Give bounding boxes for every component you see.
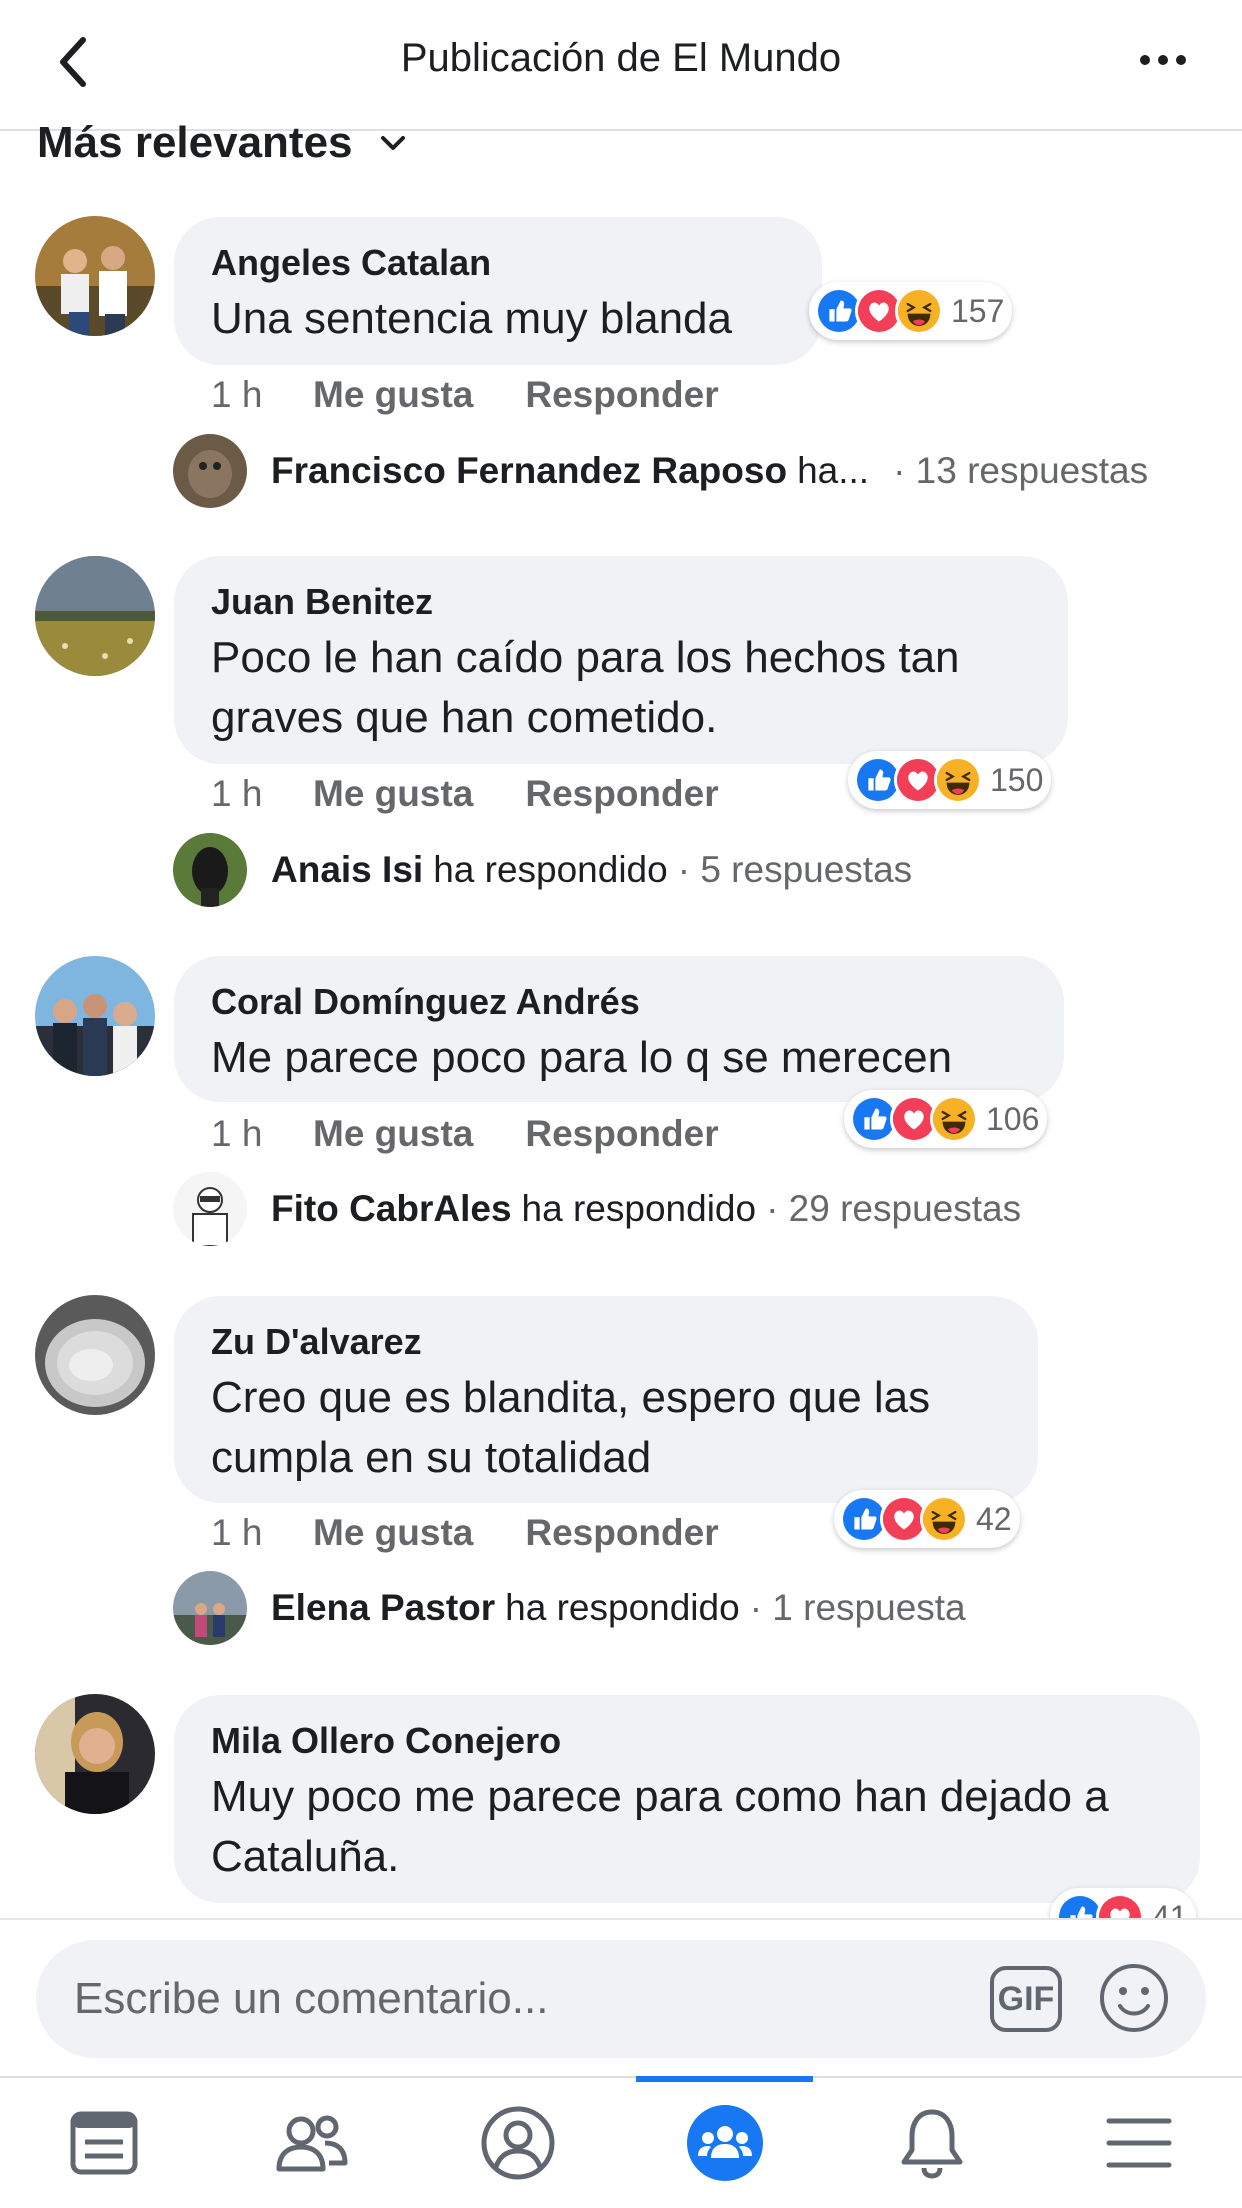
haha-reaction-icon	[934, 756, 982, 804]
comment-text: Me parece poco para lo q se merecen	[211, 1033, 953, 1082]
reply-count: · 1 respuesta	[749, 1587, 966, 1628]
reply-text: ha respondido	[521, 1188, 757, 1229]
more-options-icon-dot	[1158, 55, 1168, 65]
reactions-summary[interactable]: 157	[809, 282, 1013, 340]
avatar[interactable]	[35, 556, 155, 676]
comment-actions: 1 h Me gusta Responder	[211, 374, 719, 416]
like-button[interactable]: Me gusta	[313, 1512, 473, 1554]
reply-button[interactable]: Responder	[525, 773, 718, 815]
chevron-down-icon	[380, 136, 405, 150]
timestamp[interactable]: 1 h	[211, 374, 313, 416]
reply-button[interactable]: Responder	[525, 374, 718, 416]
comment-bubble[interactable]: Juan Benitez Poco le han caído para los …	[174, 556, 1068, 764]
reactions-count: 157	[951, 292, 1005, 329]
reactions-count: 106	[986, 1100, 1040, 1137]
comment-author[interactable]: Mila Ollero Conejero	[211, 1717, 1162, 1765]
timestamp[interactable]: 1 h	[211, 1512, 313, 1554]
reactions-summary[interactable]: 106	[844, 1090, 1048, 1148]
nav-menu[interactable]	[1035, 2078, 1242, 2208]
comment-author[interactable]: Zu D'alvarez	[211, 1318, 1000, 1366]
comment-composer-bar: GIF	[0, 1918, 1242, 2076]
reply-button[interactable]: Responder	[525, 1512, 718, 1554]
reply-author: Elena Pastor	[271, 1587, 496, 1628]
comment-author[interactable]: Coral Domínguez Andrés	[211, 978, 1026, 1026]
reply-count: · 13 respuestas	[893, 450, 1149, 491]
sort-dropdown[interactable]: Más relevantes	[37, 118, 407, 168]
reactions-summary[interactable]: 150	[848, 751, 1052, 809]
comment-bubble[interactable]: Angeles Catalan Una sentencia muy blanda	[174, 217, 822, 365]
comment-author[interactable]: Juan Benitez	[211, 578, 1030, 626]
reply-author: Anais Isi	[271, 849, 424, 890]
haha-reaction-icon	[895, 287, 943, 335]
comment-bubble[interactable]: Coral Domínguez Andrés Me parece poco pa…	[174, 956, 1064, 1102]
haha-reaction-icon	[920, 1495, 968, 1543]
nav-news-feed[interactable]	[0, 2078, 207, 2208]
like-button[interactable]: Me gusta	[313, 773, 473, 815]
news-feed-icon	[70, 2111, 137, 2175]
gif-icon: GIF	[997, 1979, 1055, 2018]
haha-reaction-icon	[930, 1095, 978, 1143]
comment-input[interactable]	[74, 1966, 974, 2032]
avatar[interactable]	[35, 1295, 155, 1415]
reply-text: ha respondido	[433, 849, 668, 890]
avatar[interactable]	[35, 956, 155, 1076]
comment-bubble[interactable]: Zu D'alvarez Creo que es blandita, esper…	[174, 1296, 1038, 1503]
profile-icon	[481, 2106, 554, 2180]
comment-text: Creo que es blandita, espero que las cum…	[211, 1373, 931, 1482]
reply-text: ha respondido	[505, 1587, 740, 1628]
comment-author[interactable]: Angeles Catalan	[211, 239, 784, 287]
comment-text: Poco le han caído para los hechos tan gr…	[211, 633, 960, 742]
avatar	[173, 833, 247, 907]
timestamp[interactable]: 1 h	[211, 1113, 313, 1155]
reply-preview[interactable]: Elena Pastor ha respondido · 1 respuesta	[173, 1571, 966, 1645]
reactions-summary[interactable]: 42	[834, 1490, 1020, 1548]
comment-bubble[interactable]: Mila Ollero Conejero Muy poco me parece …	[174, 1695, 1200, 1903]
reply-text: ha...	[797, 450, 870, 491]
reactions-count: 42	[976, 1500, 1012, 1537]
nav-friends[interactable]	[207, 2078, 414, 2208]
comment-text: Una sentencia muy blanda	[211, 294, 732, 343]
nav-profile[interactable]	[414, 2078, 621, 2208]
nav-notifications[interactable]	[828, 2078, 1035, 2208]
emoji-icon	[1100, 1964, 1168, 2032]
bottom-navigation	[0, 2076, 1242, 2208]
avatar	[173, 1571, 247, 1645]
avatar[interactable]	[35, 1694, 155, 1814]
friends-icon	[276, 2115, 347, 2172]
like-button[interactable]: Me gusta	[313, 1113, 473, 1155]
comment-text: Muy poco me parece para como han dejado …	[211, 1772, 1109, 1881]
emoji-button[interactable]	[1098, 1962, 1170, 2034]
top-bar: Publicación de El Mundo	[0, 0, 1242, 131]
reactions-count: 150	[990, 761, 1044, 798]
timestamp[interactable]: 1 h	[211, 773, 313, 815]
reply-author: Francisco Fernandez Raposo	[271, 450, 788, 491]
gif-button[interactable]: GIF	[990, 1966, 1062, 2032]
groups-icon	[686, 2105, 763, 2181]
like-button[interactable]: Me gusta	[313, 374, 473, 416]
page-title: Publicación de El Mundo	[400, 36, 842, 80]
more-options-icon	[1140, 55, 1150, 65]
avatar	[173, 1172, 247, 1246]
menu-icon	[1106, 2118, 1171, 2168]
notifications-icon	[901, 2109, 962, 2179]
avatar	[173, 434, 247, 508]
reply-button[interactable]: Responder	[525, 1113, 718, 1155]
comment-actions: 1 h Me gusta Responder	[211, 1113, 719, 1155]
comment-composer: GIF	[36, 1940, 1206, 2058]
reply-count: · 29 respuestas	[766, 1188, 1022, 1229]
nav-groups[interactable]	[621, 2076, 828, 2208]
sort-label: Más relevantes	[37, 118, 353, 167]
reply-preview[interactable]: Francisco Fernandez Raposo ha... · 13 re…	[173, 434, 1148, 508]
reply-author: Fito CabrAles	[271, 1188, 512, 1229]
reply-preview[interactable]: Anais Isi ha respondido · 5 respuestas	[173, 833, 912, 907]
reply-preview[interactable]: Fito CabrAles ha respondido · 29 respues…	[173, 1172, 1021, 1246]
avatar[interactable]	[35, 216, 155, 336]
comment-actions: 1 h Me gusta Responder	[211, 1512, 719, 1554]
reply-count: · 5 respuestas	[677, 849, 913, 890]
more-options-button[interactable]	[1128, 40, 1198, 80]
more-options-icon-dot	[1176, 55, 1186, 65]
comment-actions: 1 h Me gusta Responder	[211, 773, 719, 815]
